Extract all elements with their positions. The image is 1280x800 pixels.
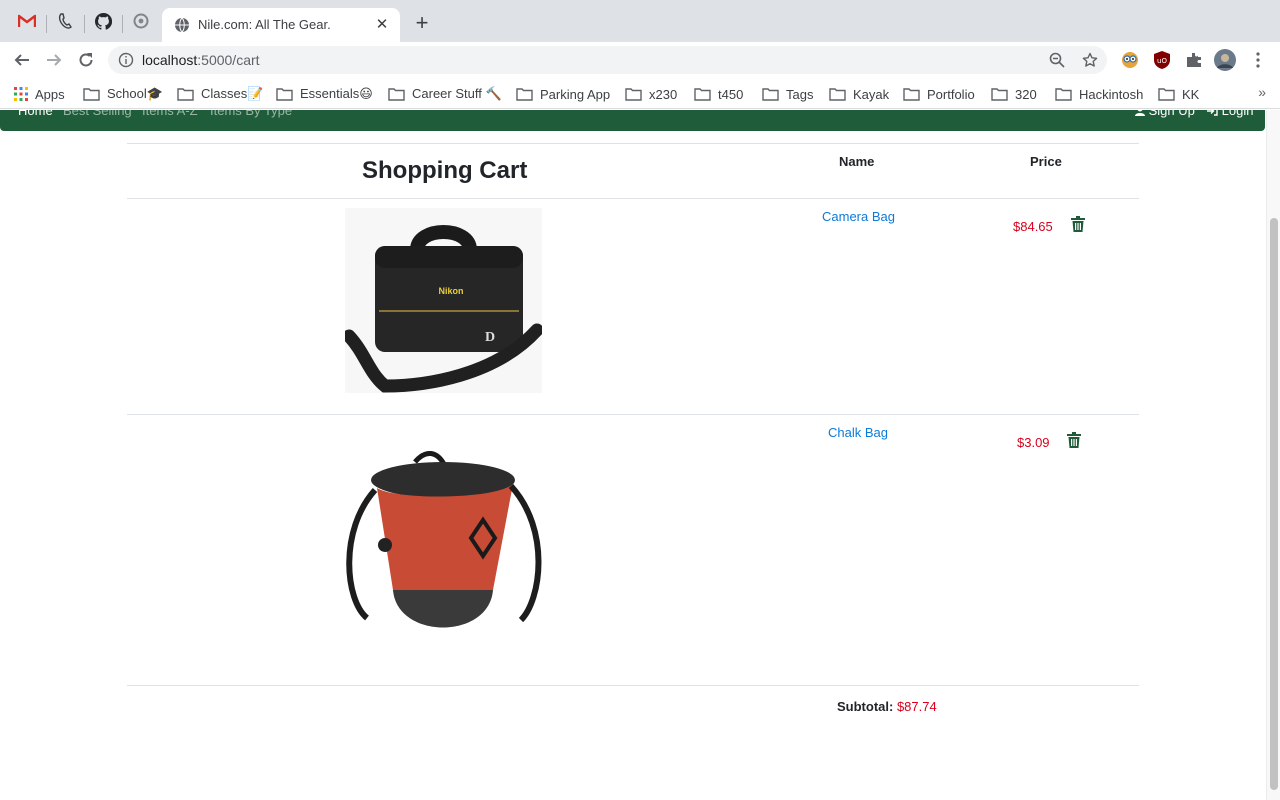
folder-icon <box>625 88 642 101</box>
folder-icon <box>83 88 100 101</box>
site-navbar: Home Best Selling Items A-Z Items By Typ… <box>0 110 1265 131</box>
scrollbar-thumb[interactable] <box>1270 218 1278 790</box>
address-bar[interactable]: localhost:5000/cart <box>108 46 1107 74</box>
trash-icon[interactable] <box>1067 432 1081 448</box>
avatar[interactable] <box>1214 49 1236 71</box>
menu-icon[interactable] <box>1247 49 1269 71</box>
folder-icon <box>516 88 533 101</box>
svg-text:uO: uO <box>1157 57 1167 65</box>
folder-icon <box>1158 88 1175 101</box>
bookmark-folder[interactable]: Classes📝 <box>177 84 263 104</box>
divider <box>127 685 1139 686</box>
bookmark-folder[interactable]: Essentials😃 <box>276 84 373 104</box>
product-link-camera-bag[interactable]: Camera Bag <box>822 209 895 224</box>
folder-icon <box>388 88 405 101</box>
svg-text:Nikon: Nikon <box>438 286 463 296</box>
active-tab[interactable]: Nile.com: All The Gear. ✕ <box>162 8 400 42</box>
product-image-chalk-bag <box>345 450 542 650</box>
divider <box>127 143 1139 144</box>
divider <box>127 414 1139 415</box>
github-icon[interactable] <box>91 9 115 33</box>
column-header-price: Price <box>1030 154 1062 169</box>
subtotal: Subtotal: $87.74 <box>837 699 937 714</box>
divider <box>127 198 1139 199</box>
tab-title: Nile.com: All The Gear. <box>198 17 331 32</box>
subtotal-value: $87.74 <box>896 699 937 714</box>
bookmark-folder[interactable]: x230 <box>625 84 677 104</box>
phone-icon[interactable] <box>53 9 77 33</box>
extension-icon[interactable] <box>1183 49 1205 71</box>
apps-grid-icon <box>14 87 28 101</box>
product-price: $3.09 <box>1017 435 1050 450</box>
bookmark-folder[interactable]: t450 <box>694 84 743 104</box>
user-icon <box>1135 110 1145 116</box>
bookmark-folder[interactable]: Career Stuff 🔨 <box>388 84 502 104</box>
folder-icon <box>991 88 1008 101</box>
zoom-icon[interactable] <box>1049 52 1065 68</box>
close-icon[interactable]: ✕ <box>374 17 390 33</box>
globe-icon <box>175 17 189 33</box>
trash-icon[interactable] <box>1071 216 1085 232</box>
bookmarks-overflow-button[interactable]: » <box>1258 84 1266 100</box>
bookmark-folder[interactable]: 320 <box>991 84 1037 104</box>
product-price: $84.65 <box>1013 219 1053 234</box>
bookmark-folder[interactable]: Parking App <box>516 84 610 104</box>
page-viewport: Home Best Selling Items A-Z Items By Typ… <box>0 110 1266 800</box>
bookmark-folder[interactable]: Portfolio <box>903 84 975 104</box>
gmail-icon[interactable] <box>15 9 39 33</box>
folder-icon <box>276 88 293 101</box>
info-icon[interactable] <box>118 52 134 68</box>
folder-icon <box>694 88 711 101</box>
nav-login[interactable]: Login <box>1207 110 1253 118</box>
extension-owl-icon[interactable] <box>1119 49 1141 71</box>
folder-icon <box>762 88 779 101</box>
back-icon[interactable] <box>10 48 34 72</box>
folder-icon <box>177 88 194 101</box>
reload-icon[interactable] <box>74 48 98 72</box>
bookmark-folder[interactable]: School🎓 <box>83 84 163 104</box>
nav-sign-up[interactable]: Sign Up <box>1135 110 1195 118</box>
bookmark-folder[interactable]: Tags <box>762 84 813 104</box>
nav-best-selling[interactable]: Best Selling <box>63 110 132 118</box>
bookmark-apps[interactable]: Apps <box>14 84 65 104</box>
login-icon <box>1207 110 1218 116</box>
product-link-chalk-bag[interactable]: Chalk Bag <box>828 425 888 440</box>
folder-icon <box>829 88 846 101</box>
tab-strip: Nile.com: All The Gear. ✕ + <box>0 0 1280 42</box>
nav-home[interactable]: Home <box>18 110 53 118</box>
browser-toolbar: localhost:5000/cart uO <box>0 42 1280 78</box>
bookmarks-bar: Apps School🎓 Classes📝 Essentials😃 Career… <box>0 78 1280 109</box>
subtotal-label: Subtotal: <box>837 699 894 714</box>
ublock-icon[interactable]: uO <box>1151 49 1173 71</box>
star-icon[interactable] <box>1082 52 1098 68</box>
chrome-icon[interactable] <box>129 9 153 33</box>
page-title: Shopping Cart <box>362 157 528 184</box>
column-header-name: Name <box>839 154 875 169</box>
forward-icon[interactable] <box>42 48 66 72</box>
product-image-camera-bag: Nikon D <box>342 208 544 393</box>
page-scrollbar[interactable] <box>1266 110 1280 800</box>
svg-text:D: D <box>485 330 495 345</box>
bookmark-folder[interactable]: Kayak <box>829 84 889 104</box>
folder-icon <box>903 88 920 101</box>
folder-icon <box>1055 88 1072 101</box>
plus-icon[interactable]: + <box>410 12 434 36</box>
nav-items-a-z[interactable]: Items A-Z <box>142 110 198 118</box>
nav-items-by-type[interactable]: Items By Type <box>210 110 292 118</box>
bookmark-folder[interactable]: KK <box>1158 84 1199 104</box>
bookmark-folder[interactable]: Hackintosh <box>1055 84 1143 104</box>
url-text: localhost:5000/cart <box>142 52 260 68</box>
